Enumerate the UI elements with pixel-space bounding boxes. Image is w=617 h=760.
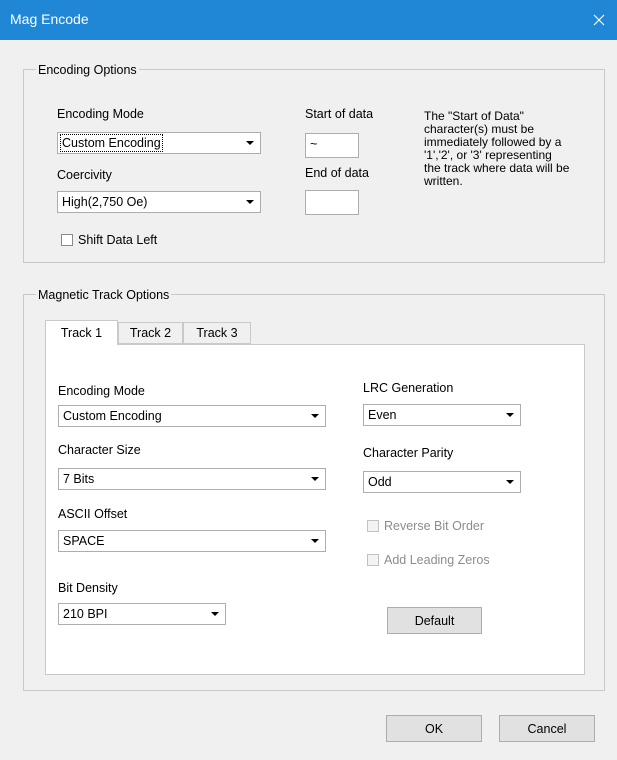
track-encoding-mode-value: Custom Encoding — [63, 409, 162, 423]
checkbox-box[interactable] — [367, 520, 379, 532]
ascii-offset-dropdown[interactable]: SPACE — [58, 530, 326, 552]
encoding-mode-label: Encoding Mode — [57, 107, 144, 121]
tab-track-1[interactable]: Track 1 — [45, 320, 118, 345]
chevron-down-icon — [305, 531, 325, 551]
checkbox-box[interactable] — [61, 234, 73, 246]
encoding-mode-value: Custom Encoding — [60, 134, 163, 152]
bit-density-label: Bit Density — [58, 581, 118, 595]
coercivity-label: Coercivity — [57, 168, 112, 182]
tab-track-2[interactable]: Track 2 — [118, 322, 183, 344]
bit-density-value: 210 BPI — [63, 607, 108, 621]
lrc-generation-dropdown[interactable]: Even — [363, 404, 521, 426]
start-of-data-label: Start of data — [305, 107, 374, 121]
end-of-data-label: End of data — [305, 166, 369, 180]
track-options-legend: Magnetic Track Options — [36, 287, 172, 303]
end-of-data-input[interactable] — [305, 190, 359, 215]
ok-button[interactable]: OK — [386, 715, 482, 742]
reverse-bit-order-checkbox[interactable]: Reverse Bit Order — [367, 519, 484, 533]
tab-track-2-label: Track 2 — [129, 326, 172, 340]
tab-track-3-label: Track 3 — [196, 326, 238, 340]
chevron-down-icon — [500, 472, 520, 492]
lrc-generation-value: Even — [368, 408, 397, 422]
character-parity-value: Odd — [368, 475, 392, 489]
add-leading-zeros-label: Add Leading Zeros — [384, 553, 490, 567]
cancel-button[interactable]: Cancel — [499, 715, 595, 742]
default-button[interactable]: Default — [387, 607, 482, 634]
shift-data-left-label: Shift Data Left — [78, 233, 158, 247]
window-title: Mag Encode — [10, 11, 89, 27]
character-size-dropdown[interactable]: 7 Bits — [58, 468, 326, 490]
chevron-down-icon — [240, 192, 260, 212]
title-bar: Mag Encode — [0, 0, 617, 40]
character-parity-label: Character Parity — [363, 446, 454, 460]
ascii-offset-value: SPACE — [63, 534, 105, 548]
checkbox-box[interactable] — [367, 554, 379, 566]
track-encoding-mode-label: Encoding Mode — [58, 384, 145, 398]
add-leading-zeros-checkbox[interactable]: Add Leading Zeros — [367, 553, 490, 567]
coercivity-value: High(2,750 Oe) — [62, 195, 148, 209]
chevron-down-icon — [500, 405, 520, 425]
encoding-options-legend: Encoding Options — [36, 62, 139, 78]
ascii-offset-label: ASCII Offset — [58, 507, 128, 521]
dialog-client: Encoding Options Encoding Mode Custom En… — [1, 40, 616, 759]
character-parity-dropdown[interactable]: Odd — [363, 471, 521, 493]
close-icon — [593, 14, 605, 26]
chevron-down-icon — [305, 406, 325, 426]
lrc-generation-label: LRC Generation — [363, 381, 454, 395]
character-size-label: Character Size — [58, 443, 141, 457]
chevron-down-icon — [240, 133, 260, 153]
start-of-data-input[interactable]: ~ — [305, 133, 359, 158]
bit-density-dropdown[interactable]: 210 BPI — [58, 603, 226, 625]
track-encoding-mode-dropdown[interactable]: Custom Encoding — [58, 405, 326, 427]
encoding-mode-dropdown[interactable]: Custom Encoding — [57, 132, 261, 154]
coercivity-dropdown[interactable]: High(2,750 Oe) — [57, 191, 261, 213]
start-of-data-value: ~ — [310, 137, 318, 151]
reverse-bit-order-label: Reverse Bit Order — [384, 519, 485, 533]
default-button-label: Default — [414, 613, 455, 628]
start-of-data-note: The "Start of Data" character(s) must be… — [424, 109, 570, 188]
close-button[interactable] — [581, 0, 617, 40]
character-size-value: 7 Bits — [63, 472, 95, 486]
tab-track-1-label: Track 1 — [60, 326, 103, 340]
chevron-down-icon — [305, 469, 325, 489]
ok-button-label: OK — [424, 721, 444, 736]
chevron-down-icon — [205, 604, 225, 624]
tab-track-3[interactable]: Track 3 — [183, 322, 251, 344]
cancel-button-label: Cancel — [527, 721, 567, 736]
shift-data-left-checkbox[interactable]: Shift Data Left — [61, 233, 157, 247]
